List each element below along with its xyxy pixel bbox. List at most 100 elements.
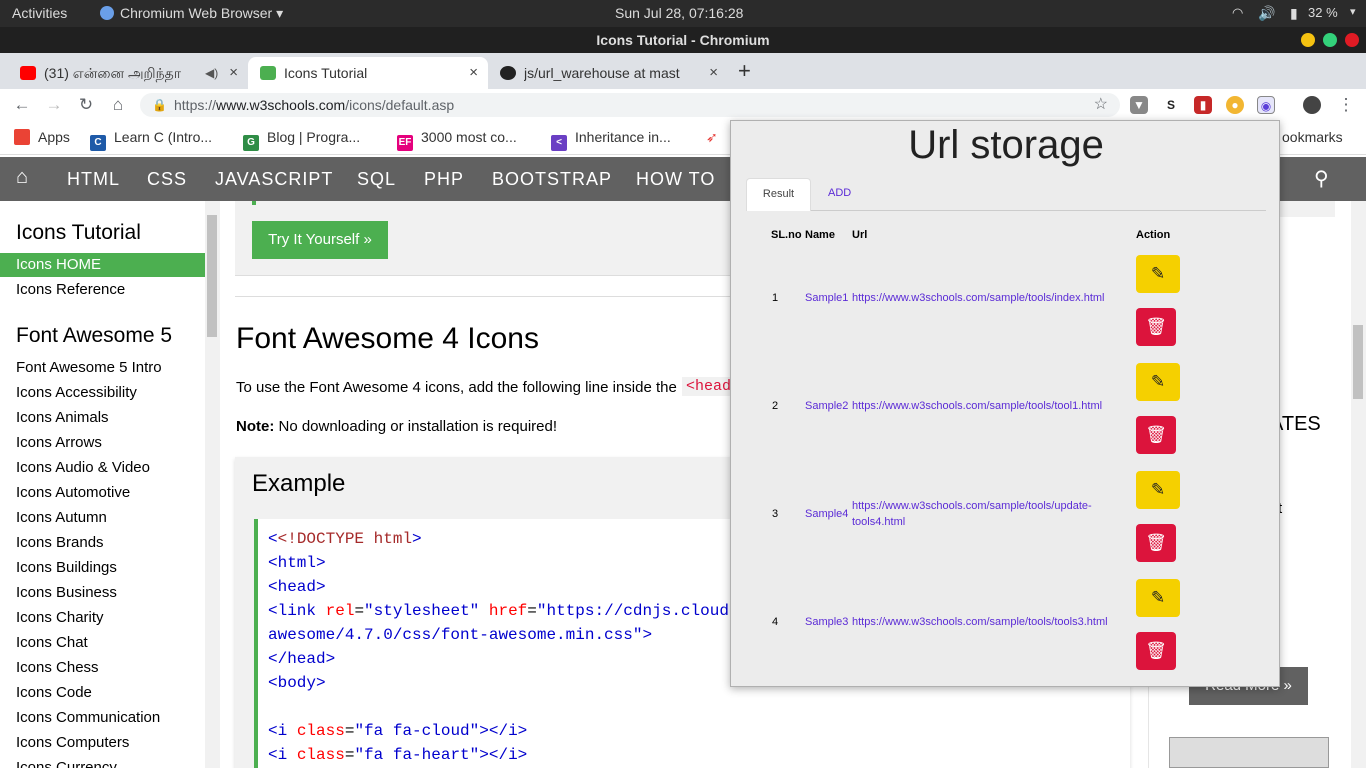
sidebar-item[interactable]: Icons Currency	[16, 759, 117, 768]
close-window-button[interactable]	[1345, 33, 1359, 47]
sidebar-item-icons-reference[interactable]: Icons Reference	[16, 281, 125, 298]
sidebar-item[interactable]: Icons Automotive	[16, 484, 130, 501]
w3schools-icon	[260, 66, 276, 80]
tab-close-icon[interactable]: ×	[469, 57, 478, 89]
page-scrollbar[interactable]	[1351, 201, 1366, 768]
row-url-link[interactable]: https://www.w3schools.com/sample/tools/i…	[852, 292, 1105, 304]
nav-javascript[interactable]: JAVASCRIPT	[215, 169, 333, 190]
sidebar-item[interactable]: Icons Arrows	[16, 434, 102, 451]
rocket-icon[interactable]: ➶	[706, 129, 718, 146]
sidebar-item[interactable]: Icons Animals	[16, 409, 109, 426]
page-scroll-thumb[interactable]	[1353, 325, 1363, 399]
sidebar-item[interactable]: Icons Computers	[16, 734, 129, 751]
reload-button[interactable]: ↻	[76, 95, 96, 115]
tab-github[interactable]: js/url_warehouse at mast ×	[488, 57, 728, 89]
edit-button[interactable]: ✎	[1136, 255, 1180, 293]
menu-kebab-icon[interactable]: ⋮	[1336, 95, 1356, 115]
bookmark-inheritance[interactable]: < Inheritance in...	[551, 129, 671, 151]
delete-button[interactable]: 🗑	[1136, 632, 1176, 670]
nav-css[interactable]: CSS	[147, 169, 187, 190]
nav-howto[interactable]: HOW TO	[636, 169, 715, 190]
sidebar-item[interactable]: Icons Audio & Video	[16, 459, 150, 476]
try-it-yourself-button[interactable]: Try It Yourself »	[252, 221, 388, 259]
sidebar-item-icons-home[interactable]: Icons HOME	[16, 256, 101, 273]
new-tab-button[interactable]: +	[738, 58, 751, 84]
minimize-button[interactable]	[1301, 33, 1315, 47]
home-button[interactable]: ⌂	[108, 95, 128, 115]
clock[interactable]: Sun Jul 28, 07:16:28	[615, 5, 743, 21]
extension-book-icon[interactable]: ▮	[1194, 96, 1212, 114]
sidebar-scroll-thumb[interactable]	[207, 215, 217, 337]
nav-sql[interactable]: SQL	[357, 169, 396, 190]
extension-url-storage-icon[interactable]: ◉	[1257, 96, 1275, 114]
header-slno: SL.no	[771, 229, 802, 241]
code-i-tag: <i	[268, 722, 288, 740]
advertisement-image[interactable]	[1169, 737, 1329, 768]
sidebar-item[interactable]: Icons Communication	[16, 709, 160, 726]
trash-icon: 🗑	[1145, 641, 1167, 660]
row-url-link[interactable]: https://www.w3schools.com/sample/tools/u…	[852, 500, 1092, 512]
row-url-link[interactable]: https://www.w3schools.com/sample/tools/t…	[852, 616, 1108, 628]
address-bar[interactable]: 🔒 https://www.w3schools.com/icons/defaul…	[140, 93, 1120, 117]
code-icon: <	[551, 135, 567, 151]
tab-result[interactable]: Result	[746, 178, 811, 211]
sidebar-item[interactable]: Icons Code	[16, 684, 92, 701]
maximize-button[interactable]	[1323, 33, 1337, 47]
battery-icon[interactable]: ▮	[1290, 5, 1298, 22]
activities-button[interactable]: Activities	[12, 5, 67, 21]
sidebar-item[interactable]: Icons Autumn	[16, 509, 107, 526]
row-name: Sample3	[805, 616, 849, 628]
app-name: Chromium Web Browser	[120, 5, 273, 21]
edit-button[interactable]: ✎	[1136, 471, 1180, 509]
star-icon[interactable]: ☆	[1094, 93, 1108, 117]
back-button[interactable]: ←	[12, 95, 32, 115]
sidebar-item[interactable]: Icons Accessibility	[16, 384, 137, 401]
extension-vpn-icon[interactable]: ▼	[1130, 96, 1148, 114]
code-rel-attr: rel	[325, 602, 355, 620]
speaker-icon[interactable]: ◀)	[205, 57, 218, 89]
sidebar-item[interactable]: Font Awesome 5 Intro	[16, 359, 162, 376]
bookmark-apps[interactable]: Apps	[14, 129, 70, 145]
delete-button[interactable]: 🗑	[1136, 308, 1176, 346]
sidebar-item[interactable]: Icons Business	[16, 584, 117, 601]
sidebar-item[interactable]: Icons Brands	[16, 534, 104, 551]
row-url-link[interactable]: https://www.w3schools.com/sample/tools/t…	[852, 400, 1102, 412]
profile-avatar[interactable]	[1303, 96, 1321, 114]
nav-php[interactable]: PHP	[424, 169, 464, 190]
extension-cookie-icon[interactable]: ●	[1226, 96, 1244, 114]
search-icon[interactable]: ⚲	[1314, 166, 1330, 191]
sidebar-item[interactable]: Icons Charity	[16, 609, 104, 626]
edit-button[interactable]: ✎	[1136, 363, 1180, 401]
nav-bootstrap[interactable]: BOOTSTRAP	[492, 169, 612, 190]
bookmark-label: Blog | Progra...	[267, 129, 361, 145]
bookmark-learn-c[interactable]: C Learn C (Intro...	[90, 129, 212, 151]
divider	[235, 296, 745, 297]
edit-button[interactable]: ✎	[1136, 579, 1180, 617]
row-url-link-cont[interactable]: tools4.html	[852, 516, 905, 528]
sidebar-scrollbar[interactable]	[205, 201, 220, 768]
other-bookmarks[interactable]: ookmarks	[1282, 129, 1343, 145]
row-slno: 2	[772, 400, 779, 412]
nav-html[interactable]: HTML	[67, 169, 120, 190]
sidebar-item[interactable]: Icons Chess	[16, 659, 99, 676]
delete-button[interactable]: 🗑	[1136, 416, 1176, 454]
app-menu[interactable]: Chromium Web Browser ▾	[100, 5, 283, 22]
volume-icon[interactable]: 🔊	[1258, 5, 1275, 22]
bookmark-3000-words[interactable]: EF 3000 most co...	[397, 129, 517, 151]
bookmark-blog[interactable]: G Blog | Progra...	[243, 129, 360, 151]
delete-button[interactable]: 🗑	[1136, 524, 1176, 562]
forward-button[interactable]: →	[44, 95, 64, 115]
tab-youtube[interactable]: (31) என்னை அறிந்தா ◀) ×	[8, 57, 248, 89]
system-menu-icon[interactable]: ▾	[1350, 5, 1356, 18]
extension-s-icon[interactable]: S	[1162, 96, 1180, 114]
edit-icon: ✎	[1150, 264, 1166, 283]
sidebar-item[interactable]: Icons Buildings	[16, 559, 117, 576]
wifi-icon[interactable]: ◠	[1232, 5, 1243, 21]
tab-close-icon[interactable]: ×	[709, 57, 718, 89]
tab-add[interactable]: ADD	[828, 187, 851, 199]
tab-icons-tutorial[interactable]: Icons Tutorial ×	[248, 57, 488, 89]
sidebar-item[interactable]: Icons Chat	[16, 634, 88, 651]
home-icon[interactable]: ⌂	[16, 166, 29, 189]
tab-close-icon[interactable]: ×	[229, 57, 238, 89]
header-url: Url	[852, 229, 868, 241]
